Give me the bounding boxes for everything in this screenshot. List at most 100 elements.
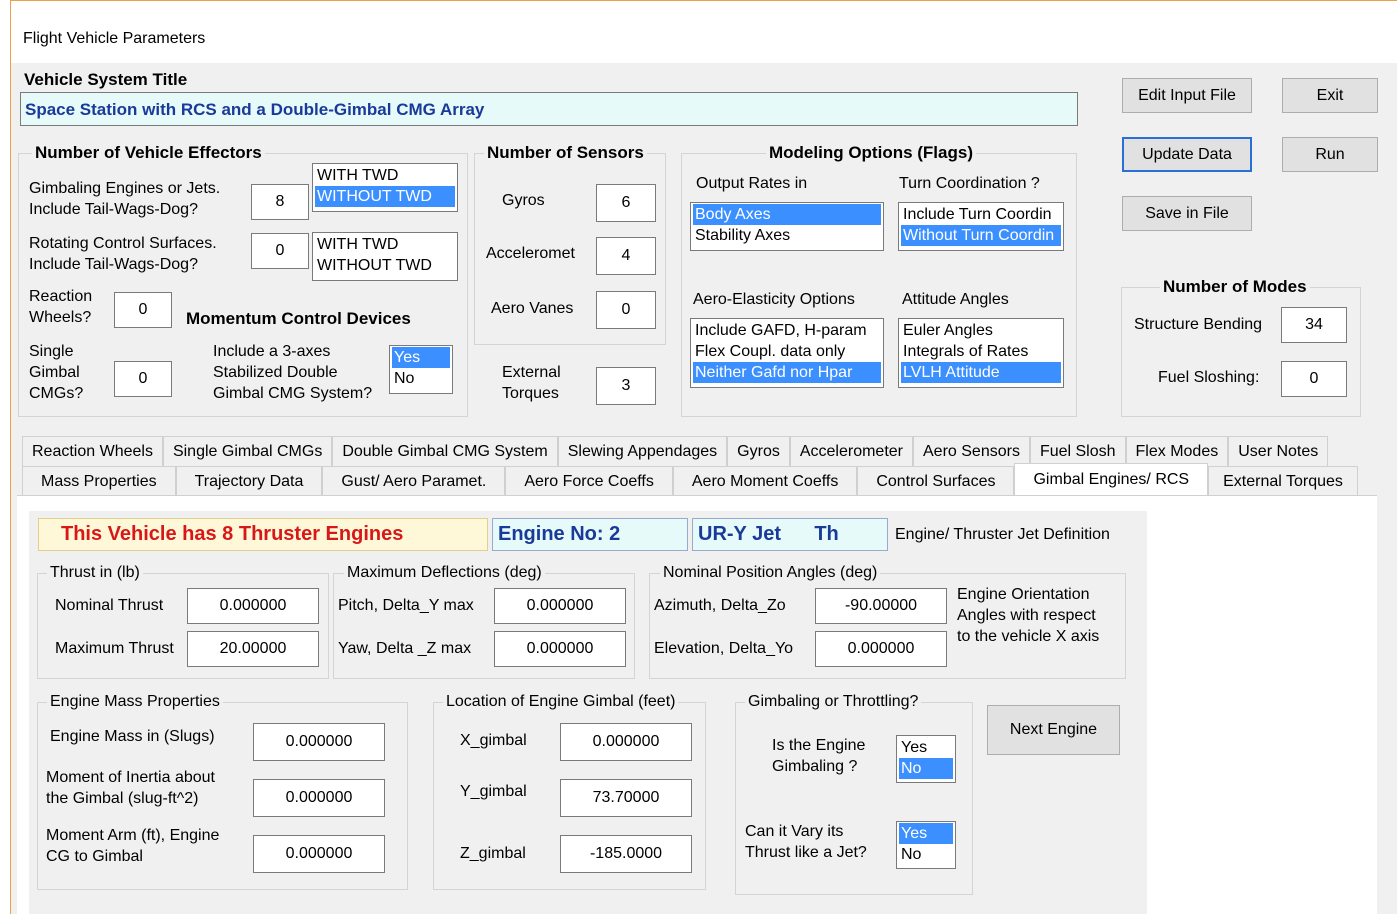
aero-flex-coupl[interactable]: Flex Coupl. data only [693,341,881,362]
tab-gimbal-engines-rcs[interactable]: Gimbal Engines/ RCS [1014,463,1209,496]
tab-control-surfaces[interactable]: Control Surfaces [857,466,1015,496]
output-body-axes[interactable]: Body Axes [693,204,881,225]
fuel-sloshing-input[interactable]: 0 [1281,361,1347,397]
vary-thrust-no[interactable]: No [899,844,953,865]
single-gimbal-input[interactable]: 0 [114,361,172,397]
tab-single-gimbal-cmgs[interactable]: Single Gimbal CMGs [162,436,333,466]
tab-fuel-slosh[interactable]: Fuel Slosh [1029,436,1126,466]
structure-bending-input[interactable]: 34 [1281,307,1347,343]
gimbal-twd-with[interactable]: WITH TWD [315,165,455,186]
x-gimbal-label: X_gimbal [460,732,527,749]
aero-vanes-label: Aero Vanes [491,300,574,317]
maximum-thrust-label: Maximum Thrust [55,640,174,657]
attitude-angles-label: Attitude Angles [902,291,1009,308]
orientation-note-2: Angles with respect [957,607,1096,624]
fuel-sloshing-label: Fuel Sloshing: [1158,369,1260,386]
tab-aero-sensors[interactable]: Aero Sensors [913,436,1030,466]
orientation-note-3: to the vehicle X axis [957,628,1100,645]
x-gimbal-input[interactable]: 0.000000 [560,723,692,761]
tab-gust-aero[interactable]: Gust/ Aero Paramet. [322,466,506,496]
aero-elasticity-label: Aero-Elasticity Options [693,291,855,308]
tab-trajectory-data[interactable]: Trajectory Data [175,466,323,496]
nominal-thrust-label: Nominal Thrust [55,597,164,614]
output-rates-label: Output Rates in [696,175,808,192]
sensors-heading: Number of Sensors [484,143,647,163]
tab-external-torques[interactable]: External Torques [1208,466,1358,496]
vary-thrust-yes[interactable]: Yes [899,823,953,844]
tab-aero-force[interactable]: Aero Force Coeffs [505,466,673,496]
exit-button[interactable]: Exit [1282,78,1378,113]
is-gimbaling-no[interactable]: No [899,758,953,779]
update-data-button[interactable]: Update Data [1122,137,1252,172]
rot-twd-list[interactable]: WITH TWD WITHOUT TWD [312,232,458,281]
z-gimbal-input[interactable]: -185.0000 [560,835,692,873]
tab-slewing-appendages[interactable]: Slewing Appendages [557,436,728,466]
aero-vanes-input[interactable]: 0 [596,291,656,329]
att-lvlh[interactable]: LVLH Attitude [901,362,1061,383]
att-integrals[interactable]: Integrals of Rates [901,341,1061,362]
tab-user-notes[interactable]: User Notes [1228,436,1329,466]
edit-input-file-button[interactable]: Edit Input File [1122,78,1252,113]
gimbal-engines-input[interactable]: 8 [251,184,309,220]
deflections-group-label: Maximum Deflections (deg) [344,564,545,583]
aero-elasticity-list[interactable]: Include GAFD, H-param Flex Coupl. data o… [690,318,884,388]
y-gimbal-input[interactable]: 73.70000 [560,779,692,817]
engine-mass-group-label: Engine Mass Properties [47,693,223,712]
window-title: Flight Vehicle Parameters [23,30,206,47]
single-gimbal-label-2: Gimbal [29,364,80,381]
external-torques-input[interactable]: 3 [596,367,656,405]
gimbal-twd-list[interactable]: WITH TWD WITHOUT TWD [312,163,458,212]
is-gimbaling-yes[interactable]: Yes [899,737,953,758]
output-stability-axes[interactable]: Stability Axes [693,225,881,246]
is-gimbaling-list[interactable]: Yes No [896,735,956,783]
pitch-delta-input[interactable]: 0.000000 [494,588,626,624]
rot-surfaces-label: Rotating Control Surfaces. [29,235,217,252]
tab-aero-moment[interactable]: Aero Moment Coeffs [672,466,858,496]
attitude-angles-list[interactable]: Euler Angles Integrals of Rates LVLH Att… [898,318,1064,388]
turn-include[interactable]: Include Turn Coordin [901,204,1061,225]
aero-include-gafd[interactable]: Include GAFD, H-param [693,320,881,341]
output-rates-list[interactable]: Body Axes Stability Axes [690,202,884,251]
tab-accelerometer[interactable]: Accelerometer [789,436,913,466]
azimuth-input[interactable]: -90.00000 [815,588,947,624]
external-torques-label-2: Torques [502,385,559,402]
double-gimbal-yes[interactable]: Yes [392,347,450,368]
tab-gyros[interactable]: Gyros [727,436,790,466]
engine-mass-input[interactable]: 0.000000 [253,723,385,761]
tab-mass-properties[interactable]: Mass Properties [22,466,176,496]
nominal-thrust-input[interactable]: 0.000000 [187,588,319,624]
modes-heading: Number of Modes [1160,277,1310,297]
rot-twd-with[interactable]: WITH TWD [315,234,455,255]
vehicle-title-input[interactable]: Space Station with RCS and a Double-Gimb… [20,92,1078,126]
aero-neither[interactable]: Neither Gafd nor Hpar [693,362,881,383]
maximum-thrust-input[interactable]: 20.00000 [187,631,319,667]
azimuth-label: Azimuth, Delta_Zo [654,597,786,614]
moment-arm-input[interactable]: 0.000000 [253,835,385,873]
tab-double-gimbal-cmg[interactable]: Double Gimbal CMG System [332,436,558,466]
tab-flex-modes[interactable]: Flex Modes [1125,436,1229,466]
double-gimbal-list[interactable]: Yes No [389,345,453,394]
gyros-label: Gyros [502,192,545,209]
engine-number-banner: Engine No: 2 [492,518,688,551]
yaw-delta-input[interactable]: 0.000000 [494,631,626,667]
rot-surfaces-input[interactable]: 0 [251,233,309,269]
tab-reaction-wheels[interactable]: Reaction Wheels [22,436,163,466]
turn-without[interactable]: Without Turn Coordin [901,225,1061,246]
turn-coord-list[interactable]: Include Turn Coordin Without Turn Coordi… [898,202,1064,251]
save-in-file-button[interactable]: Save in File [1122,196,1252,231]
accelerometer-input[interactable]: 4 [596,237,656,275]
reaction-wheels-input[interactable]: 0 [114,292,172,328]
rot-twd-without[interactable]: WITHOUT TWD [315,255,455,276]
inertia-input[interactable]: 0.000000 [253,779,385,817]
yaw-delta-label: Yaw, Delta _Z max [338,640,472,657]
gimbal-twd-without[interactable]: WITHOUT TWD [315,186,455,207]
modeling-heading: Modeling Options (Flags) [766,143,976,163]
next-engine-button[interactable]: Next Engine [987,705,1120,755]
gimbaling-throttling-group-label: Gimbaling or Throttling? [745,693,922,712]
elevation-input[interactable]: 0.000000 [815,631,947,667]
gyros-input[interactable]: 6 [596,184,656,222]
run-button[interactable]: Run [1282,137,1378,172]
vary-thrust-list[interactable]: Yes No [896,821,956,869]
double-gimbal-no[interactable]: No [392,368,450,389]
att-euler[interactable]: Euler Angles [901,320,1061,341]
